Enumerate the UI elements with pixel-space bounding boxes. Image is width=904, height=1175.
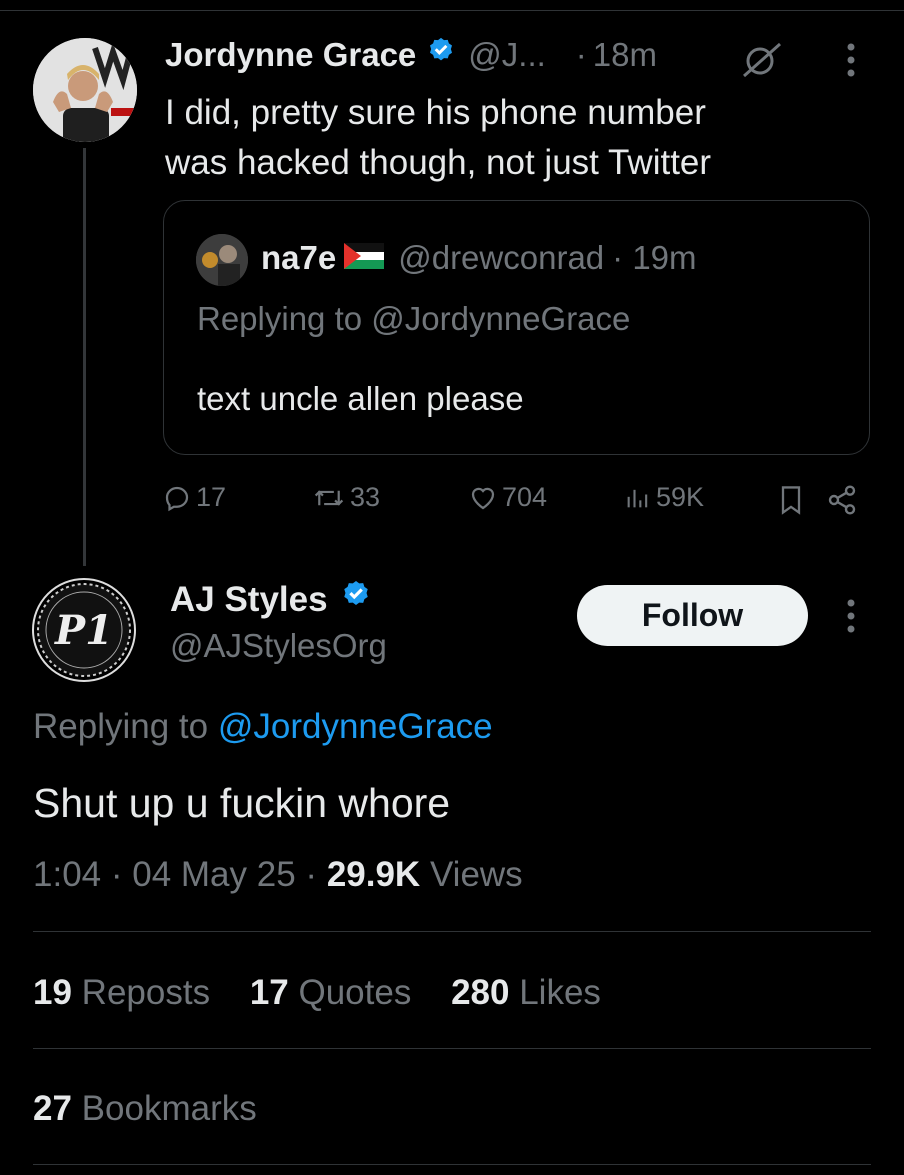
meta-separator: · — [305, 855, 318, 894]
more-vertical-icon[interactable] — [845, 598, 857, 639]
tweet-date[interactable]: 04 May 25 — [132, 855, 295, 894]
avatar-jordynne-grace[interactable] — [33, 38, 137, 142]
thread-connector-line — [83, 148, 86, 566]
palestine-flag-icon — [344, 239, 385, 277]
like-button[interactable]: 704 — [468, 482, 547, 513]
bookmarks-label: Bookmarks — [81, 1089, 257, 1128]
verified-badge-icon — [426, 36, 456, 74]
likes-count: 280 — [451, 973, 510, 1012]
reply-text-line-1: I did, pretty sure his phone number — [165, 93, 706, 132]
engagement-stats: 19 Reposts 17 Quotes 280 Likes — [33, 973, 601, 1013]
quoted-tweet-time[interactable]: · 19m — [612, 239, 696, 277]
heart-icon — [471, 487, 495, 509]
avatar-aj-styles[interactable]: P1 — [32, 578, 136, 682]
views-count: 29.9K — [326, 855, 421, 894]
reply-tweet-header: Jordynne Grace @J... · 18m — [165, 36, 657, 74]
bookmark-icon[interactable] — [777, 484, 805, 521]
replying-prefix: Replying to — [33, 707, 218, 746]
quotes-count: 17 — [249, 973, 289, 1012]
quoted-author-handle[interactable]: @drewconrad — [398, 239, 604, 277]
repost-button[interactable]: 33 — [312, 482, 380, 513]
quotes-stat[interactable]: 17 Quotes — [250, 973, 412, 1012]
reply-count: 17 — [196, 482, 227, 512]
quotes-label: Quotes — [298, 973, 412, 1012]
quoted-tweet-text: text uncle allen please — [197, 380, 524, 417]
reply-text-line-2: was hacked though, not just Twitter — [165, 143, 712, 182]
main-author-name-row: AJ Styles — [170, 579, 372, 620]
like-count: 704 — [502, 482, 548, 512]
replying-prefix: Replying to — [197, 300, 372, 337]
avatar-image — [33, 38, 137, 142]
divider — [33, 1164, 871, 1165]
follow-button[interactable]: Follow — [577, 585, 808, 646]
avatar-image — [196, 234, 248, 286]
views-icon — [627, 489, 648, 507]
author-name[interactable]: Jordynne Grace — [165, 36, 416, 74]
verified-badge-icon — [340, 579, 372, 620]
divider — [33, 1048, 871, 1049]
avatar-na7e[interactable] — [196, 234, 248, 286]
views-button[interactable]: 59K — [624, 482, 704, 513]
main-author-name[interactable]: AJ Styles — [170, 580, 328, 620]
views-label: Views — [429, 855, 523, 894]
divider — [33, 931, 871, 932]
replying-handle[interactable]: @JordynneGrace — [371, 300, 630, 337]
likes-label: Likes — [519, 973, 601, 1012]
reposts-count: 19 — [33, 973, 72, 1012]
quoted-replying-to: Replying to @JordynneGrace — [197, 300, 630, 338]
main-author-handle[interactable]: @AJStylesOrg — [170, 627, 387, 665]
author-handle[interactable]: @J... — [468, 36, 546, 74]
reply-button[interactable]: 17 — [162, 482, 226, 513]
repost-count: 33 — [350, 482, 381, 512]
likes-stat[interactable]: 280 Likes — [451, 973, 601, 1012]
views-count: 59K — [656, 482, 705, 512]
share-icon[interactable] — [826, 484, 858, 521]
reply-icon — [165, 486, 189, 511]
main-tweet-meta: 1:04 · 04 May 25 · 29.9K Views — [33, 855, 523, 895]
tweet-time[interactable]: 18m — [593, 36, 657, 74]
more-vertical-icon[interactable] — [845, 42, 857, 83]
quoted-author-name[interactable]: na7e — [261, 239, 336, 277]
grok-icon[interactable] — [738, 40, 786, 85]
avatar-image: P1 — [37, 583, 131, 677]
top-divider — [0, 10, 904, 11]
reply-tweet-text: I did, pretty sure his phone number was … — [165, 88, 711, 188]
time-separator: · — [575, 36, 587, 73]
quoted-tweet-header: na7e @drewconrad · 19m — [261, 239, 697, 277]
meta-separator: · — [110, 855, 123, 894]
main-tweet-text: Shut up u fuckin whore — [33, 780, 451, 826]
main-replying-to: Replying to @JordynneGrace — [33, 707, 493, 747]
svg-text:P1: P1 — [54, 607, 113, 654]
replying-handle-link[interactable]: @JordynneGrace — [218, 707, 493, 746]
bookmarks-count: 27 — [33, 1089, 72, 1128]
bookmarks-stat[interactable]: 27 Bookmarks — [33, 1089, 257, 1129]
reposts-label: Reposts — [81, 973, 211, 1012]
repost-icon — [314, 489, 344, 506]
reposts-stat[interactable]: 19 Reposts — [33, 973, 210, 1012]
tweet-time[interactable]: 1:04 — [33, 855, 101, 894]
